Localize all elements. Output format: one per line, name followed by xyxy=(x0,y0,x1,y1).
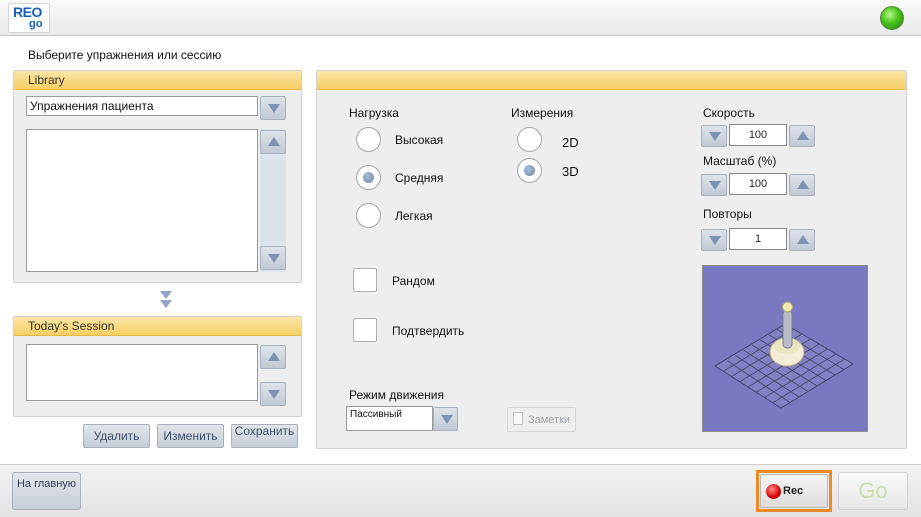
chevron-down-icon xyxy=(268,390,280,399)
chevron-up-icon xyxy=(797,180,809,189)
dimension-3d-radio[interactable] xyxy=(517,158,542,183)
speed-input[interactable]: 100 xyxy=(729,124,787,146)
chevron-up-icon xyxy=(797,131,809,140)
top-bar xyxy=(0,0,921,36)
chevron-down-icon xyxy=(709,181,721,190)
speed-label: Скорость xyxy=(703,106,755,120)
speed-increase-button[interactable] xyxy=(789,125,815,147)
motion-mode-select[interactable]: Пассивный xyxy=(346,406,433,431)
scale-decrease-button[interactable] xyxy=(701,174,727,196)
load-low-label: Легкая xyxy=(395,209,433,223)
confirm-checkbox[interactable] xyxy=(353,318,377,342)
chevron-down-icon xyxy=(441,415,453,424)
delete-button[interactable]: Удалить xyxy=(83,424,150,448)
library-title: Library xyxy=(28,73,65,87)
chevron-up-icon xyxy=(268,137,280,146)
load-low-radio[interactable] xyxy=(356,203,381,228)
chevron-down-icon xyxy=(709,236,721,245)
dimension-label: Измерения xyxy=(511,106,574,120)
go-button[interactable]: Go xyxy=(838,472,908,510)
repeats-input[interactable]: 1 xyxy=(729,228,787,250)
confirm-label: Подтвердить xyxy=(392,324,465,338)
chevron-up-icon xyxy=(268,352,280,361)
chevron-down-icon xyxy=(709,132,721,141)
load-high-label: Высокая xyxy=(395,133,444,147)
motion-mode-dropdown-button[interactable] xyxy=(433,407,458,431)
dimension-2d-radio[interactable] xyxy=(517,127,542,152)
session-scroll-down-button[interactable] xyxy=(260,382,286,406)
chevron-down-icon xyxy=(268,254,280,263)
add-to-session-arrow-icon[interactable] xyxy=(159,291,173,311)
session-scroll-up-button[interactable] xyxy=(260,345,286,369)
chevron-up-icon xyxy=(797,235,809,244)
load-medium-label: Средняя xyxy=(395,171,444,185)
repeats-decrease-button[interactable] xyxy=(701,229,727,251)
exercise-preview-graphic xyxy=(714,301,854,409)
library-scroll-up-button[interactable] xyxy=(260,130,286,154)
notes-icon xyxy=(513,412,523,425)
save-button[interactable]: Сохранить xyxy=(231,424,298,448)
load-medium-radio[interactable] xyxy=(356,165,381,190)
app-logo: REO go xyxy=(8,3,50,33)
dimension-2d-label: 2D xyxy=(562,135,579,150)
speed-decrease-button[interactable] xyxy=(701,125,727,147)
session-title: Today's Session xyxy=(28,319,115,333)
instruction-text: Выберите упражнения или сессию xyxy=(28,48,222,62)
edit-button[interactable]: Изменить xyxy=(157,424,224,448)
session-header: Today's Session xyxy=(14,317,301,336)
logo-text-bottom: go xyxy=(29,18,43,30)
notes-button[interactable]: Заметки xyxy=(507,407,576,432)
library-scroll-down-button[interactable] xyxy=(260,246,286,270)
library-select-dropdown-button[interactable] xyxy=(260,96,286,120)
chevron-down-icon xyxy=(268,104,280,113)
scale-label: Масштаб (%) xyxy=(703,154,777,168)
scale-input[interactable]: 100 xyxy=(729,173,787,195)
scale-increase-button[interactable] xyxy=(789,174,815,196)
rec-button[interactable]: Rec xyxy=(760,474,828,508)
random-label: Рандом xyxy=(392,274,435,288)
repeats-increase-button[interactable] xyxy=(789,229,815,251)
record-icon xyxy=(766,484,781,499)
status-led-icon xyxy=(880,6,904,30)
dimension-3d-label: 3D xyxy=(562,164,579,179)
library-select[interactable]: Упражнения пациента xyxy=(26,96,258,116)
random-checkbox[interactable] xyxy=(353,268,377,292)
home-button[interactable]: На главную xyxy=(12,472,81,510)
load-label: Нагрузка xyxy=(349,106,399,120)
library-header: Library xyxy=(14,71,301,90)
rec-button-label: Rec xyxy=(783,485,804,497)
notes-button-label: Заметки xyxy=(528,414,571,426)
repeats-label: Повторы xyxy=(703,207,752,221)
motion-mode-label: Режим движения xyxy=(349,388,444,402)
session-list[interactable] xyxy=(26,344,258,401)
load-high-radio[interactable] xyxy=(356,127,381,152)
settings-header xyxy=(317,71,906,90)
library-list[interactable] xyxy=(26,129,258,272)
exercise-preview-image xyxy=(702,265,868,432)
